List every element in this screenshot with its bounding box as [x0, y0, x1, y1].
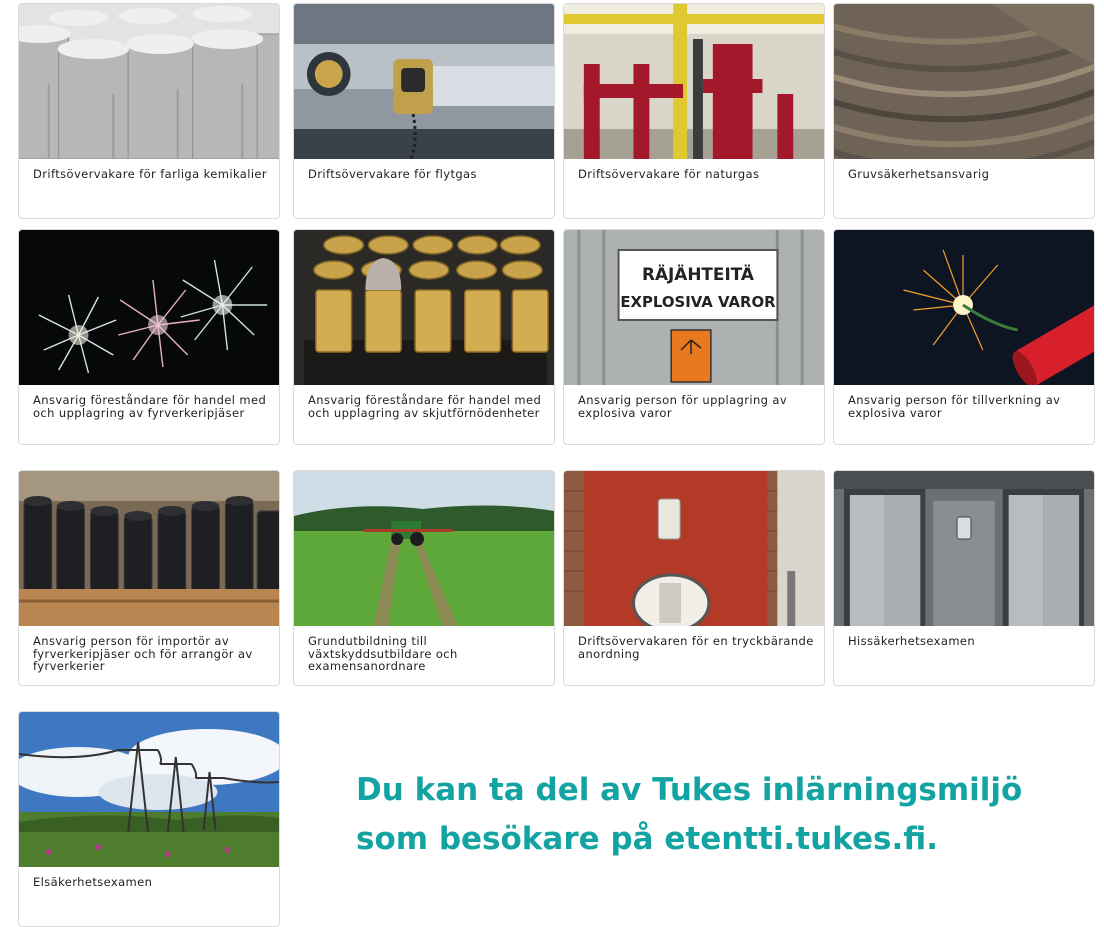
promo-text: Du kan ta del av Tukes inlärningsmiljö s…: [356, 766, 1076, 864]
course-card-explosives-manufacturing[interactable]: Ansvarig person för tillverkning av expl…: [833, 229, 1095, 445]
open-pit-mine-image: [834, 4, 1094, 159]
red-gas-pipes-image: [564, 4, 824, 159]
course-card-elevator-safety[interactable]: Hissäkerhetsexamen: [833, 470, 1095, 686]
course-card-fireworks-import[interactable]: Ansvarig person för importör av fyrverke…: [18, 470, 280, 686]
firework-tubes-image: [19, 471, 279, 626]
explosives-warning-sign-image: RÄJÄHTEITÄ EXPLOSIVA VAROR: [564, 230, 824, 385]
course-card-label: Grundutbildning till växtskyddsutbildare…: [308, 634, 458, 673]
course-card-pressure-equipment[interactable]: Driftsövervakaren för en tryckbärande an…: [563, 470, 825, 686]
course-card-fireworks-trade[interactable]: Ansvarig föreståndare för handel med och…: [18, 229, 280, 445]
burning-fuse-image: [834, 230, 1094, 385]
sign-line-1: RÄJÄHTEITÄ: [642, 263, 755, 284]
course-card-label: Driftsövervakaren för en tryckbärande an…: [578, 634, 814, 661]
course-card-label: Elsäkerhetsexamen: [33, 875, 153, 889]
chemical-tanks-image: [19, 4, 279, 159]
course-card-label: Gruvsäkerhetsansvarig: [848, 167, 990, 181]
course-card-label: Driftsövervakare för naturgas: [578, 167, 760, 181]
course-card-explosives-storage[interactable]: RÄJÄHTEITÄ EXPLOSIVA VAROR Ansvarig pers…: [563, 229, 825, 445]
course-card-natural-gas[interactable]: Driftsövervakare för naturgas: [563, 3, 825, 219]
course-card-chemicals[interactable]: Driftsövervakare för farliga kemikalier: [18, 3, 280, 219]
tractor-field-image: [294, 471, 554, 626]
course-card-label: Ansvarig person för importör av fyrverke…: [33, 634, 253, 673]
pressure-vessel-image: [564, 471, 824, 626]
course-card-label: Ansvarig person för upplagring av explos…: [578, 393, 788, 420]
course-card-label: Ansvarig föreståndare för handel med och…: [33, 393, 267, 420]
course-card-plant-protection[interactable]: Grundutbildning till växtskyddsutbildare…: [293, 470, 555, 686]
gas-valve-image: [294, 4, 554, 159]
course-card-label: Driftsövervakare för flytgas: [308, 167, 477, 181]
course-card-label: Driftsövervakare för farliga kemikalier: [33, 167, 268, 181]
sign-line-2: EXPLOSIVA VAROR: [620, 293, 776, 311]
course-card-label: Ansvarig person för tillverkning av expl…: [848, 393, 1061, 420]
ammunition-cartridges-image: [294, 230, 554, 385]
promo-line-1: Du kan ta del av Tukes inlärningsmiljö: [356, 772, 1023, 808]
course-card-electrical-safety[interactable]: Elsäkerhetsexamen: [18, 711, 280, 927]
course-card-ammunition-trade[interactable]: Ansvarig föreståndare för handel med och…: [293, 229, 555, 445]
course-card-label: Ansvarig föreståndare för handel med och…: [308, 393, 542, 420]
course-card-lpg[interactable]: Driftsövervakare för flytgas: [293, 3, 555, 219]
course-card-label: Hissäkerhetsexamen: [848, 634, 976, 648]
elevator-doors-image: [834, 471, 1094, 626]
power-lines-image: [19, 712, 279, 867]
fireworks-sky-image: [19, 230, 279, 385]
course-card-mine-safety[interactable]: Gruvsäkerhetsansvarig: [833, 3, 1095, 219]
promo-line-2: som besökare på etentti.tukes.fi.: [356, 821, 939, 857]
